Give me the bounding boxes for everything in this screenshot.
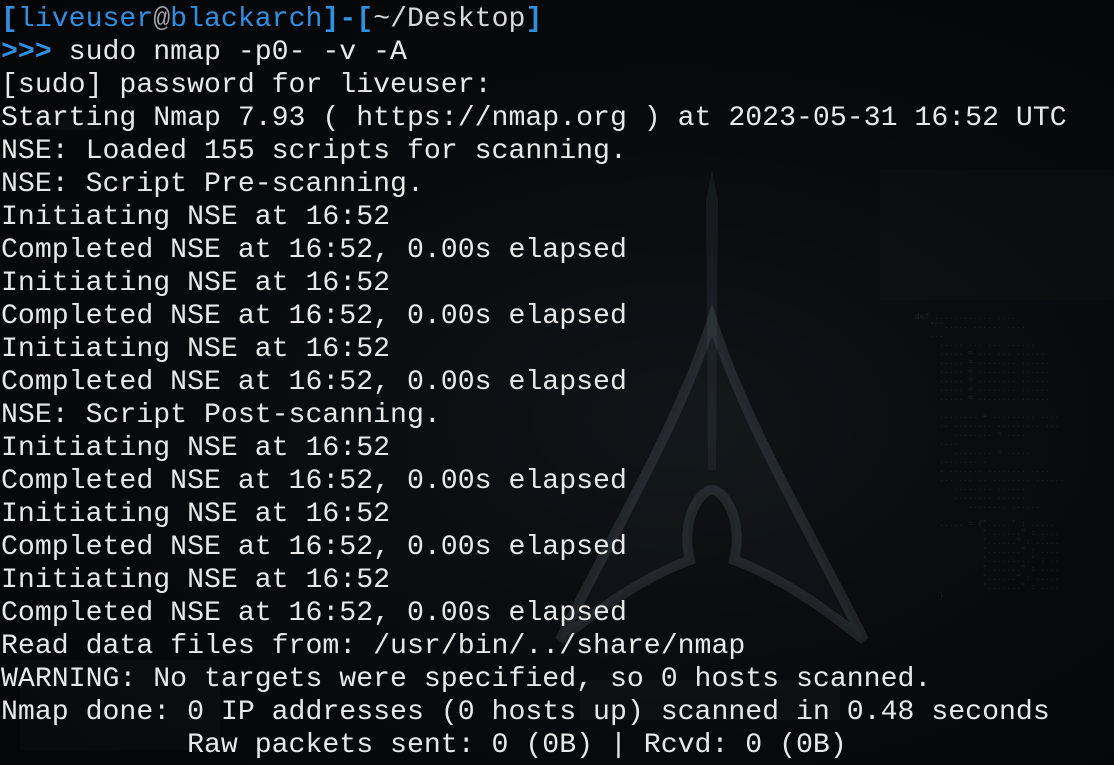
prompt-host: blackarch: [170, 4, 323, 35]
output-line: Initiating NSE at 16:52: [1, 202, 391, 233]
output-line: Completed NSE at 16:52, 0.00s elapsed: [1, 235, 627, 266]
prompt-at: @: [153, 4, 171, 35]
output-line: Raw packets sent: 0 (0B) | Rcvd: 0 (0B): [1, 730, 847, 761]
prompt-bracket: [: [356, 4, 374, 35]
output-line: Completed NSE at 16:52, 0.00s elapsed: [1, 532, 627, 563]
output-line: Read data files from: /usr/bin/../share/…: [1, 631, 746, 662]
output-line: Initiating NSE at 16:52: [1, 334, 391, 365]
prompt-directory: ~/Desktop: [373, 4, 526, 35]
output-line: WARNING: No targets were specified, so 0…: [1, 664, 932, 695]
output-line: Nmap done: 0 IP addresses (0 hosts up) s…: [1, 697, 1050, 728]
output-line: Initiating NSE at 16:52: [1, 268, 391, 299]
terminal-output[interactable]: [liveuser@blackarch]-[~/Desktop] >>> sudo…: [1, 3, 1067, 762]
prompt-line: [liveuser@blackarch]-[~/Desktop]: [1, 3, 1067, 36]
output-line: Initiating NSE at 16:52: [1, 565, 391, 596]
output-lines: [sudo] password for liveuser: Starting Nm…: [1, 69, 1067, 762]
output-line: NSE: Script Post-scanning.: [1, 400, 441, 431]
prompt-user: liveuser: [17, 4, 154, 35]
output-line: Starting Nmap 7.93 ( https://nmap.org ) …: [1, 103, 1067, 134]
output-line: Initiating NSE at 16:52: [1, 499, 391, 530]
output-line: Initiating NSE at 16:52: [1, 433, 391, 464]
prompt-separator: -: [339, 4, 357, 35]
prompt-bracket: [: [1, 4, 18, 35]
prompt-bracket: ]: [322, 4, 340, 35]
output-line: Completed NSE at 16:52, 0.00s elapsed: [1, 466, 627, 497]
output-line: NSE: Script Pre-scanning.: [1, 169, 424, 200]
output-line: Completed NSE at 16:52, 0.00s elapsed: [1, 367, 627, 398]
command-line: >>> sudo nmap -p0- -v -A: [1, 36, 1067, 69]
prompt-arrows: >>>: [1, 37, 52, 68]
output-line: NSE: Loaded 155 scripts for scanning.: [1, 136, 627, 167]
output-line: Completed NSE at 16:52, 0.00s elapsed: [1, 598, 627, 629]
output-line: Completed NSE at 16:52, 0.00s elapsed: [1, 301, 627, 332]
terminal-window[interactable]: def ............ .... """..... ...... ..…: [0, 0, 1114, 765]
output-line: [sudo] password for liveuser:: [1, 70, 492, 101]
prompt-bracket: ]: [525, 4, 543, 35]
command-text: sudo nmap -p0- -v -A: [51, 37, 407, 68]
